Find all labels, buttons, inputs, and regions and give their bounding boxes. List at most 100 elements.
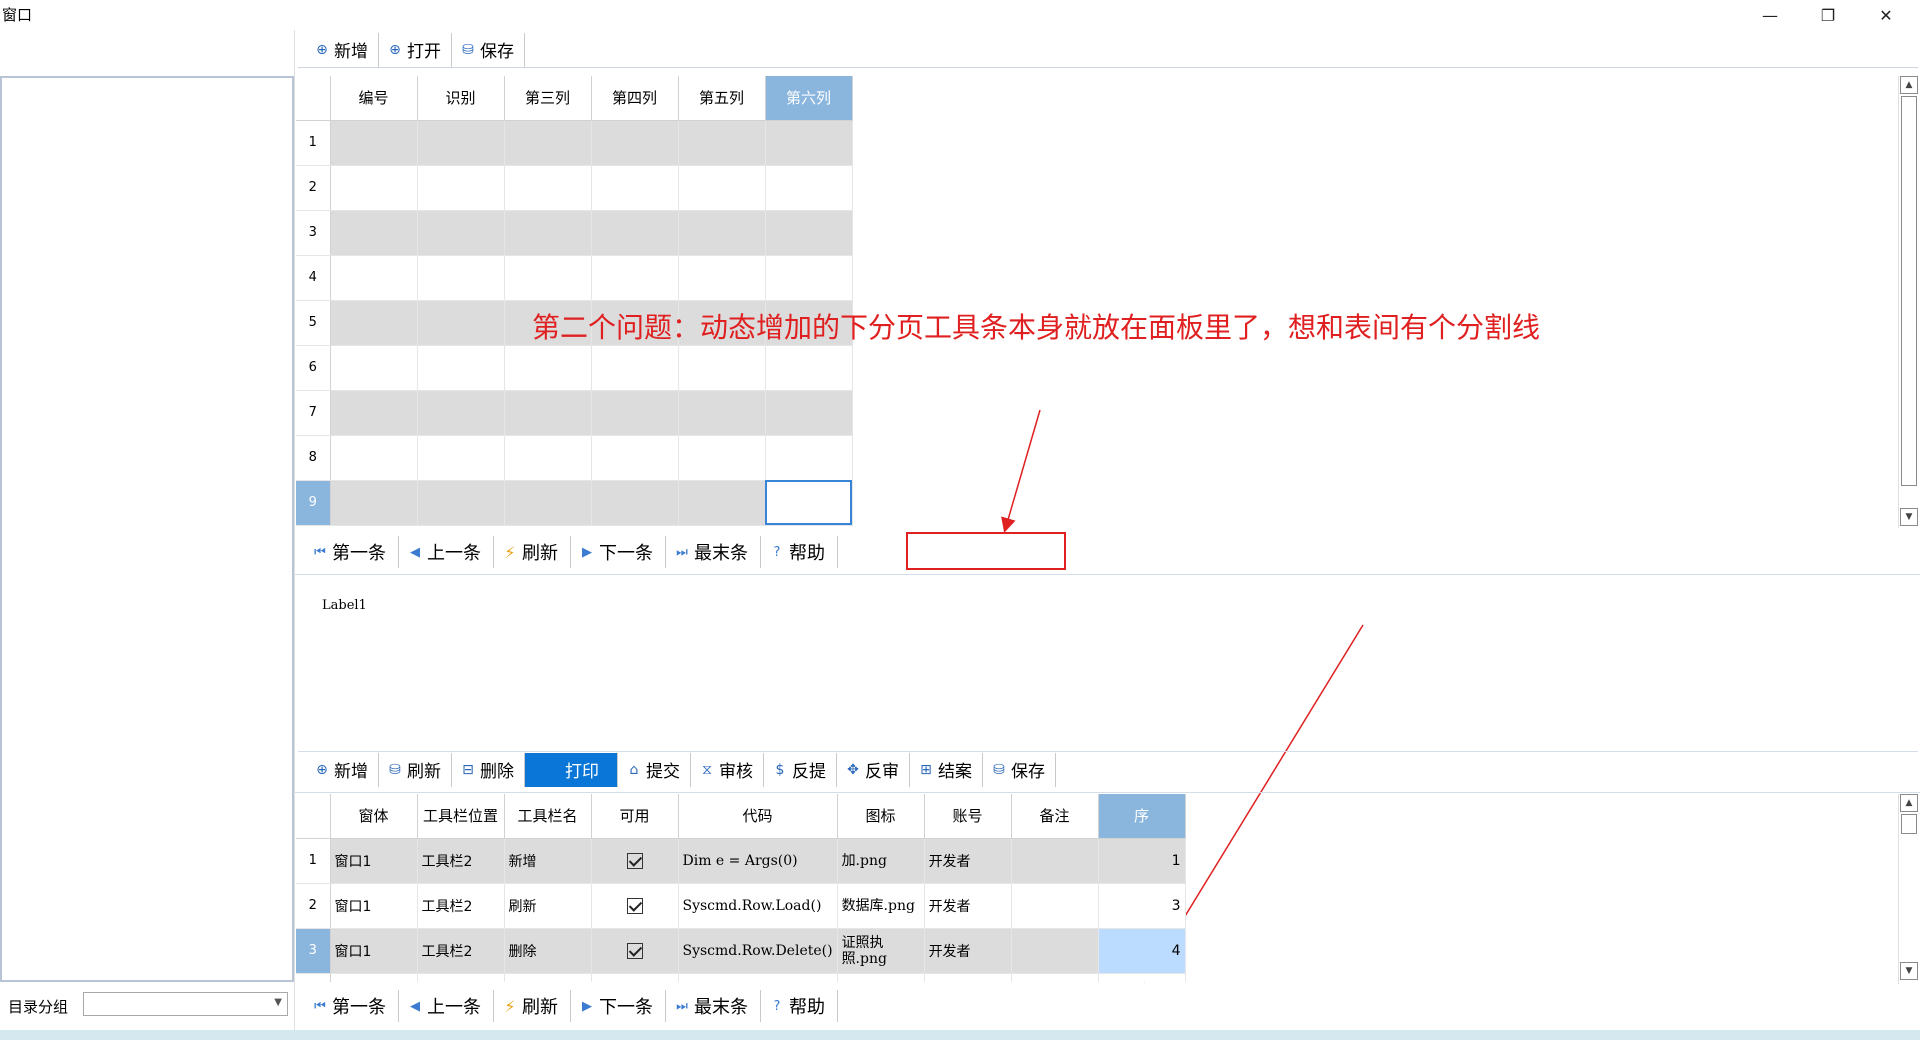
help-button[interactable]: ? 帮助 [761, 990, 838, 1022]
column-header[interactable]: 编号 [330, 76, 418, 121]
grid-cell[interactable] [765, 210, 853, 256]
column-header[interactable]: 账号 [924, 794, 1012, 839]
column-header[interactable]: 备注 [1011, 794, 1099, 839]
new-button[interactable]: ⊕ 新增 [306, 32, 379, 67]
row-header[interactable]: 1 [296, 838, 331, 884]
first-button[interactable]: ⏮ 第一条 [304, 536, 399, 568]
grid-cell[interactable] [330, 345, 418, 391]
last-button[interactable]: ⏭ 最末条 [666, 990, 761, 1022]
grid-cell[interactable] [504, 345, 592, 391]
column-header[interactable]: 第三列 [504, 76, 592, 121]
grid-cell[interactable] [765, 390, 853, 436]
grid-cell-icon[interactable]: 数据库.png [837, 883, 925, 929]
table-row[interactable]: 7 [296, 390, 853, 436]
grid-cell[interactable] [765, 480, 853, 526]
next-button[interactable]: ▶ 下一条 [571, 990, 666, 1022]
grid-cell-icon[interactable]: 智能... [837, 973, 925, 982]
print-button[interactable]: 打印 [525, 752, 618, 787]
grid-cell[interactable] [678, 120, 766, 166]
table-row[interactable]: M... D...智能... [296, 973, 1186, 982]
grid-cell-note[interactable] [1011, 928, 1099, 974]
grid-cell[interactable] [417, 300, 505, 346]
row-header[interactable]: 3 [296, 928, 331, 974]
grid-cell[interactable] [678, 165, 766, 211]
grid-cell-account[interactable] [924, 973, 1012, 982]
grid-cell[interactable] [417, 210, 505, 256]
row-header[interactable] [296, 973, 331, 982]
grid-cell[interactable] [678, 345, 766, 391]
bottom-grid[interactable]: 窗体 工具栏位置 工具栏名 可用 代码 图标 账号 备注序 1 窗口1 工具栏2 新增 Dim e = … [296, 794, 1186, 982]
column-header[interactable]: 第四列 [591, 76, 679, 121]
minimize-button[interactable]: — [1742, 0, 1798, 30]
scroll-thumb[interactable] [1901, 96, 1917, 486]
grid-cell-enabled[interactable] [591, 838, 679, 884]
row-header[interactable]: 6 [296, 345, 331, 391]
grid-cell-code[interactable]: Dim e = Args(0) [678, 838, 838, 884]
column-header[interactable]: 第六列 [765, 76, 853, 121]
grid-cell[interactable] [330, 210, 418, 256]
grid-cell-code[interactable]: Syscmd.Row.Delete() [678, 928, 838, 974]
grid-cell[interactable] [330, 120, 418, 166]
grid-cell-seq[interactable]: 1 [1098, 838, 1186, 884]
table-row[interactable]: 1 窗口1 工具栏2 新增 Dim e = Args(0) 加.png 开发者 1 [296, 838, 1186, 884]
grid-corner[interactable] [296, 794, 331, 839]
grid-cell-form[interactable]: 窗口1 [330, 883, 418, 929]
new-button[interactable]: ⊕ 新增 [306, 752, 379, 787]
grid-cell[interactable] [330, 390, 418, 436]
directory-group-combo[interactable]: ▼ [83, 992, 288, 1016]
open-button[interactable]: ⊕ 打开 [379, 32, 452, 67]
prev-button[interactable]: ◀ 上一条 [399, 990, 494, 1022]
table-row[interactable]: 3 窗口1 工具栏2 删除 Syscmd.Row.Delete() 证照执照.png 开发者… [296, 928, 1186, 974]
table-row[interactable]: 2 [296, 165, 853, 211]
grid-cell[interactable] [591, 345, 679, 391]
scroll-down-icon[interactable]: ▼ [1900, 962, 1918, 980]
scroll-up-icon[interactable]: ▲ [1900, 794, 1918, 812]
column-header[interactable]: 工具栏位置 [417, 794, 505, 839]
grid-cell[interactable] [765, 165, 853, 211]
grid-cell-note[interactable] [1011, 973, 1099, 982]
grid-cell[interactable] [504, 390, 592, 436]
prev-button[interactable]: ◀ 上一条 [399, 536, 494, 568]
audit-button[interactable]: ⧖ 审核 [691, 752, 764, 787]
close-button[interactable]: ✕ [1858, 0, 1914, 30]
grid-cell-icon[interactable]: 加.png [837, 838, 925, 884]
row-header[interactable]: 7 [296, 390, 331, 436]
grid-cell[interactable] [417, 435, 505, 481]
grid-cell-note[interactable] [1011, 838, 1099, 884]
table-row[interactable]: 4 [296, 255, 853, 301]
grid-cell-pos[interactable] [417, 973, 505, 982]
table-row[interactable]: 6 [296, 345, 853, 391]
refresh-button[interactable]: ⚡ 刷新 [494, 990, 571, 1022]
column-header[interactable]: 识别 [417, 76, 505, 121]
grid-cell[interactable] [330, 255, 418, 301]
row-header[interactable]: 4 [296, 255, 331, 301]
grid-cell[interactable] [417, 165, 505, 211]
grid-cell[interactable] [678, 390, 766, 436]
bottom-grid-scrollbar[interactable]: ▲ ▼ [1898, 794, 1918, 984]
grid-cell[interactable] [330, 165, 418, 211]
first-button[interactable]: ⏮ 第一条 [304, 990, 399, 1022]
grid-cell[interactable] [330, 435, 418, 481]
scroll-down-icon[interactable]: ▼ [1900, 508, 1918, 526]
close-case-button[interactable]: ⊞ 结案 [910, 752, 983, 787]
grid-cell[interactable] [591, 210, 679, 256]
grid-corner[interactable] [296, 76, 331, 121]
grid-cell[interactable] [591, 435, 679, 481]
table-row[interactable]: 2 窗口1 工具栏2 刷新 Syscmd.Row.Load() 数据库.png 开发者 3 [296, 883, 1186, 929]
grid-cell[interactable] [417, 345, 505, 391]
grid-cell[interactable] [765, 255, 853, 301]
enabled-checkbox[interactable] [626, 852, 643, 869]
column-header[interactable]: 窗体 [330, 794, 418, 839]
scroll-up-icon[interactable]: ▲ [1900, 76, 1918, 94]
grid-cell[interactable] [417, 390, 505, 436]
last-button[interactable]: ⏭ 最末条 [666, 536, 761, 568]
row-header[interactable]: 2 [296, 883, 331, 929]
grid-cell-enabled[interactable] [591, 883, 679, 929]
enabled-checkbox[interactable] [626, 897, 643, 914]
refresh-button[interactable]: ⚡ 刷新 [494, 536, 571, 568]
grid-cell[interactable] [678, 210, 766, 256]
grid-cell-note[interactable] [1011, 883, 1099, 929]
grid-cell-seq[interactable] [1098, 973, 1186, 982]
grid-cell-enabled[interactable] [591, 973, 679, 982]
grid-cell[interactable] [591, 390, 679, 436]
